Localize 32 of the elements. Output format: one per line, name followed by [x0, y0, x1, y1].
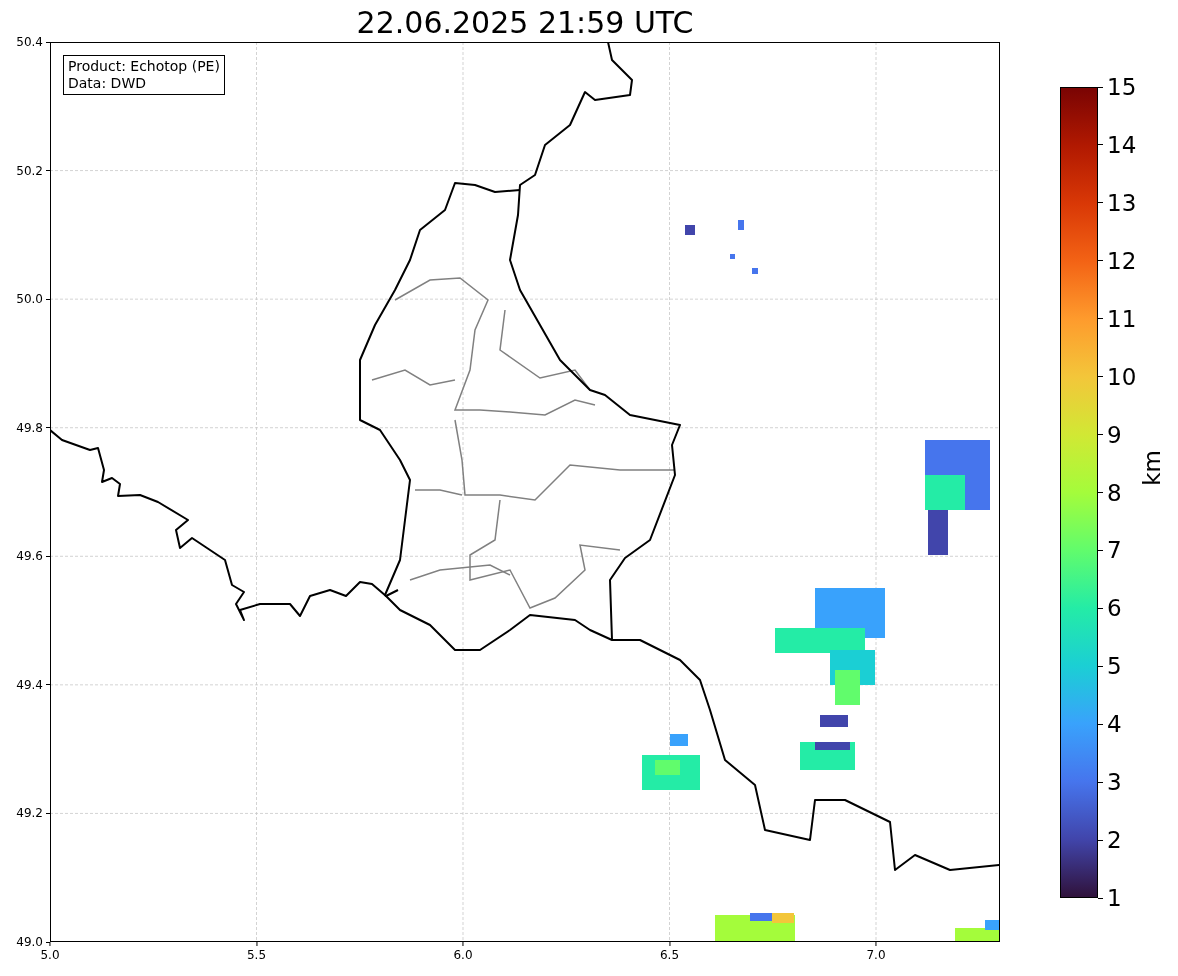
y-tick-label: 49.6 — [16, 549, 43, 564]
colorbar-tick-label: 9 — [1107, 421, 1122, 448]
y-tick-label: 50.4 — [16, 35, 43, 49]
colorbar-tick-label: 13 — [1107, 189, 1137, 216]
colorbar-tick-label: 2 — [1107, 827, 1122, 854]
y-tick-label: 49.2 — [16, 806, 43, 821]
x-tick-label: 5.5 — [246, 948, 267, 962]
legend-text: Data: DWD — [68, 75, 147, 92]
colorbar-tick-label: 15 — [1107, 74, 1137, 100]
colorbar-tick-label: 10 — [1107, 363, 1137, 390]
x-tick-label: 7.0 — [866, 948, 886, 962]
colorbar-tick-label: 5 — [1107, 653, 1122, 680]
colorbar-tick-label: 12 — [1107, 247, 1137, 274]
legend-text: Product: Echotop (PE) — [68, 58, 220, 75]
colorbar-tick-label: 8 — [1107, 479, 1122, 506]
colorbar-tick-label: 6 — [1107, 595, 1122, 622]
x-tick-label: 6.0 — [453, 948, 473, 962]
colorbar-tick-label: 7 — [1107, 537, 1122, 564]
y-tick-label: 50.2 — [16, 163, 43, 178]
colorbar-tick-label: 3 — [1107, 769, 1122, 796]
x-tick-label: 6.5 — [659, 948, 680, 962]
colorbar-label: km — [1138, 450, 1165, 486]
chart-title: 22.06.2025 21:59 UTC — [356, 5, 694, 41]
colorbar-tick-label: 14 — [1107, 131, 1137, 158]
x-tick-label: 5.0 — [40, 948, 60, 962]
y-tick-label: 49.4 — [16, 677, 43, 692]
colorbar-tick-label: 11 — [1107, 305, 1137, 332]
colorbar-tick-label: 1 — [1107, 885, 1122, 911]
y-tick-label: 49.0 — [16, 935, 43, 949]
y-tick-label: 50.0 — [16, 292, 43, 307]
y-tick-label: 49.8 — [16, 420, 43, 435]
colorbar-tick-label: 4 — [1107, 711, 1122, 738]
